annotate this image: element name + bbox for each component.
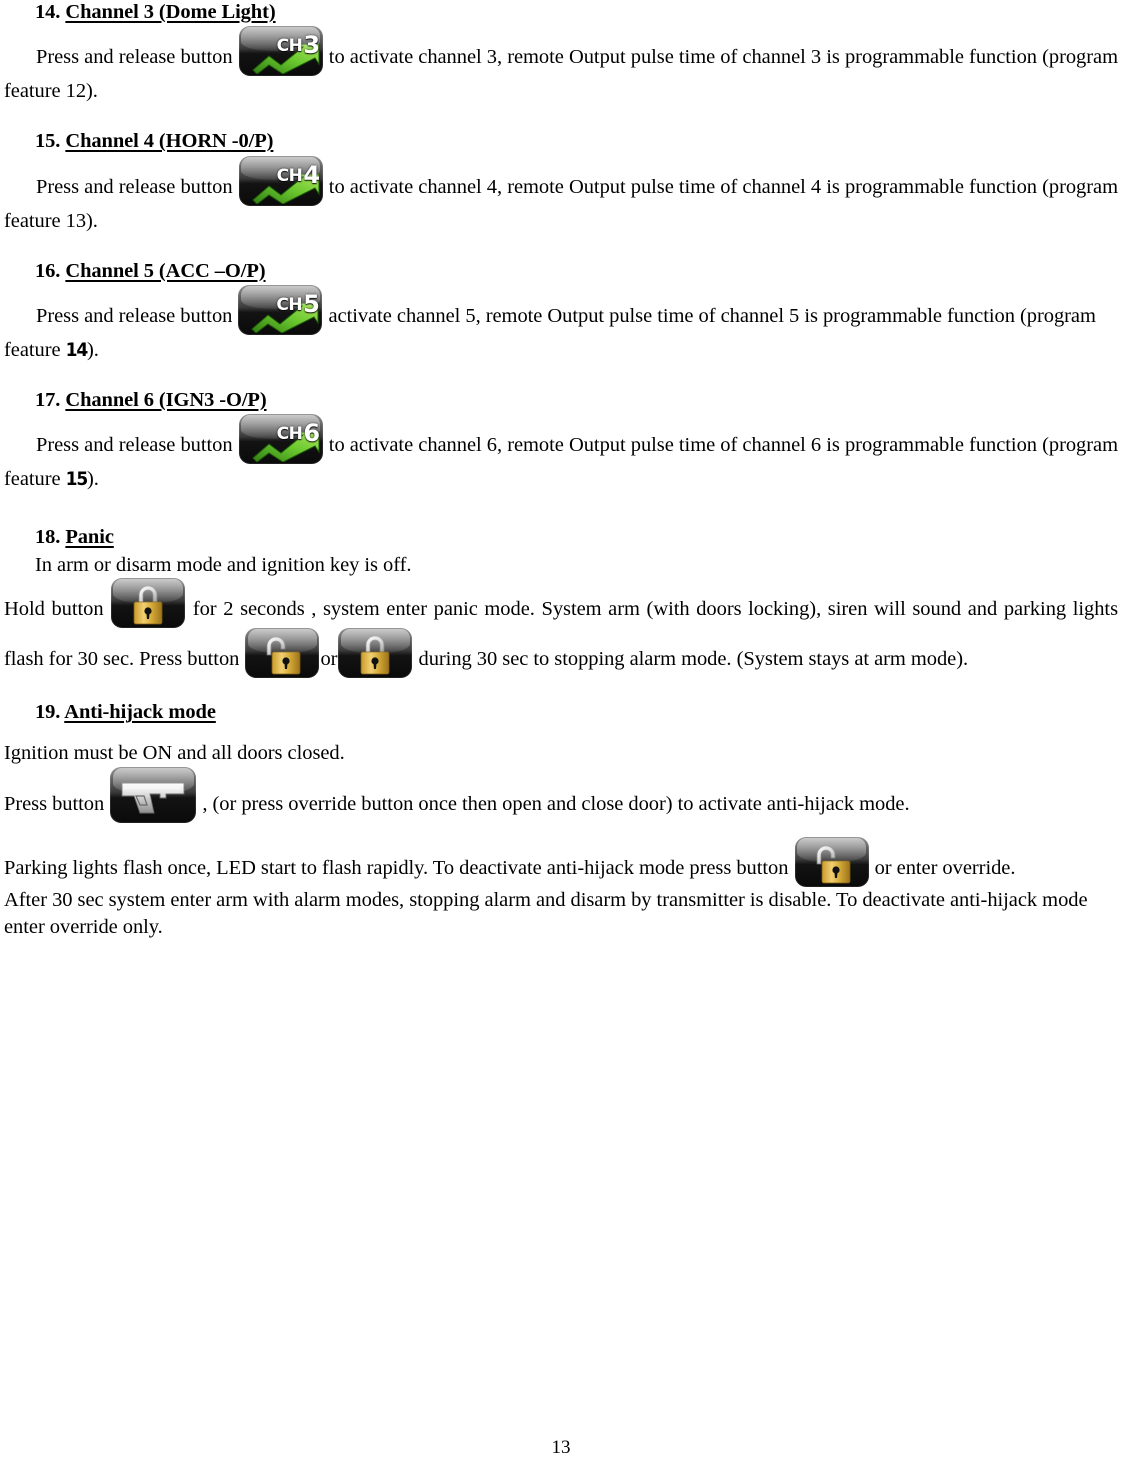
section-number: 14. <box>35 1 61 23</box>
document-page: 14. Channel 3 (Dome Light) Press and rel… <box>0 0 1122 1467</box>
padlock-closed-icon <box>361 635 390 675</box>
pistol-icon <box>121 782 185 814</box>
ch-prefix-label: CH <box>276 36 303 57</box>
body-text-before-icon: Press and release button <box>36 46 238 69</box>
antihijack-line-3: Parking lights flash once, LED start to … <box>4 837 1118 888</box>
ch4-button-icon[interactable]: CH4 <box>238 155 323 206</box>
antihijack-text-after-unlock: or enter override. <box>869 857 1016 880</box>
ch-prefix-label: CH <box>276 424 303 445</box>
section-title: Channel 3 (Dome Light) <box>65 1 276 23</box>
antihijack-text-before-gun: Press button <box>4 793 110 816</box>
page-number: 13 <box>551 1437 571 1458</box>
section-title: Panic <box>65 526 114 549</box>
section-number: 17. <box>35 389 61 412</box>
ch6-button-icon[interactable]: CH6 <box>238 414 323 465</box>
section-heading-18: 18. Panic <box>4 525 1118 549</box>
section-body-14: Press and release button CH3 to activate… <box>4 26 1118 107</box>
section-title: Channel 6 (IGN3 -O/P) <box>65 389 267 412</box>
feature-number: 14 <box>65 338 89 361</box>
section-body-17: Press and release button CH6 to activate… <box>4 414 1118 495</box>
panic-body: Hold button for 2 seconds , system enter… <box>4 578 1118 679</box>
section-heading-14: 14. Channel 3 (Dome Light) <box>4 0 1118 24</box>
section-body-16: Press and release button CH5 activate ch… <box>4 284 1118 366</box>
ch3-button-icon[interactable]: CH3 <box>238 26 323 77</box>
padlock-open-icon <box>267 636 301 675</box>
gun-button-icon[interactable] <box>110 767 197 824</box>
unlock-button-icon[interactable] <box>245 628 320 679</box>
section-number: 16. <box>35 259 61 282</box>
antihijack-text-before-unlock: Parking lights flash once, LED start to … <box>4 857 794 880</box>
padlock-closed-icon <box>133 585 163 625</box>
antihijack-text-after-gun: , (or press override button once then op… <box>197 793 910 816</box>
ch5-button-icon[interactable]: CH5 <box>238 284 323 335</box>
ch-number-label: 6 <box>303 419 320 448</box>
unlock-button-icon-2[interactable] <box>794 837 869 888</box>
panic-text-or: or <box>320 648 338 671</box>
section-title: Channel 5 (ACC –O/P) <box>65 259 266 282</box>
ch-prefix-label: CH <box>276 165 303 186</box>
panic-text-end: during 30 sec to stopping alarm mode. (S… <box>413 648 969 671</box>
ch-number-label: 5 <box>303 289 320 318</box>
feature-number: 15 <box>65 468 89 491</box>
panic-line-1: In arm or disarm mode and ignition key i… <box>35 553 412 576</box>
lock-button-icon[interactable] <box>111 578 186 629</box>
section-number: 15. <box>35 130 61 153</box>
section-heading-17: 17. Channel 6 (IGN3 -O/P) <box>4 388 1118 412</box>
body-text-before-icon: Press and release button <box>36 304 238 327</box>
antihijack-line-4: After 30 sec system enter arm with alarm… <box>4 889 1088 938</box>
section-body-15: Press and release button CH4 to activate… <box>4 155 1118 237</box>
antihijack-line-2: Press button , (or press override button… <box>4 767 1118 824</box>
body-text-before-icon: Press and release button <box>36 175 238 198</box>
section-heading-19: 19. Anti-hijack mode <box>4 700 1118 724</box>
section-heading-16: 16. Channel 5 (ACC –O/P) <box>4 259 1118 283</box>
section-title: Anti-hijack mode <box>64 701 216 724</box>
antihijack-line-1: Ignition must be ON and all doors closed… <box>4 742 345 765</box>
ch-prefix-label: CH <box>276 294 303 315</box>
section-number: 19. <box>35 701 61 724</box>
panic-text-before-lock: Hold button <box>4 598 111 621</box>
padlock-open-icon <box>816 845 850 884</box>
section-heading-15: 15. Channel 4 (HORN -0/P) <box>4 129 1118 153</box>
body-text-tail: ). <box>87 338 99 361</box>
body-text-before-icon: Press and release button <box>36 434 238 457</box>
ch-number-label: 3 <box>303 31 320 60</box>
section-title: Channel 4 (HORN -0/P) <box>65 130 274 153</box>
section-number: 18. <box>35 526 61 549</box>
body-text-tail: ). <box>87 468 99 491</box>
lock-button-icon-2[interactable] <box>338 628 413 679</box>
ch-number-label: 4 <box>303 160 320 189</box>
